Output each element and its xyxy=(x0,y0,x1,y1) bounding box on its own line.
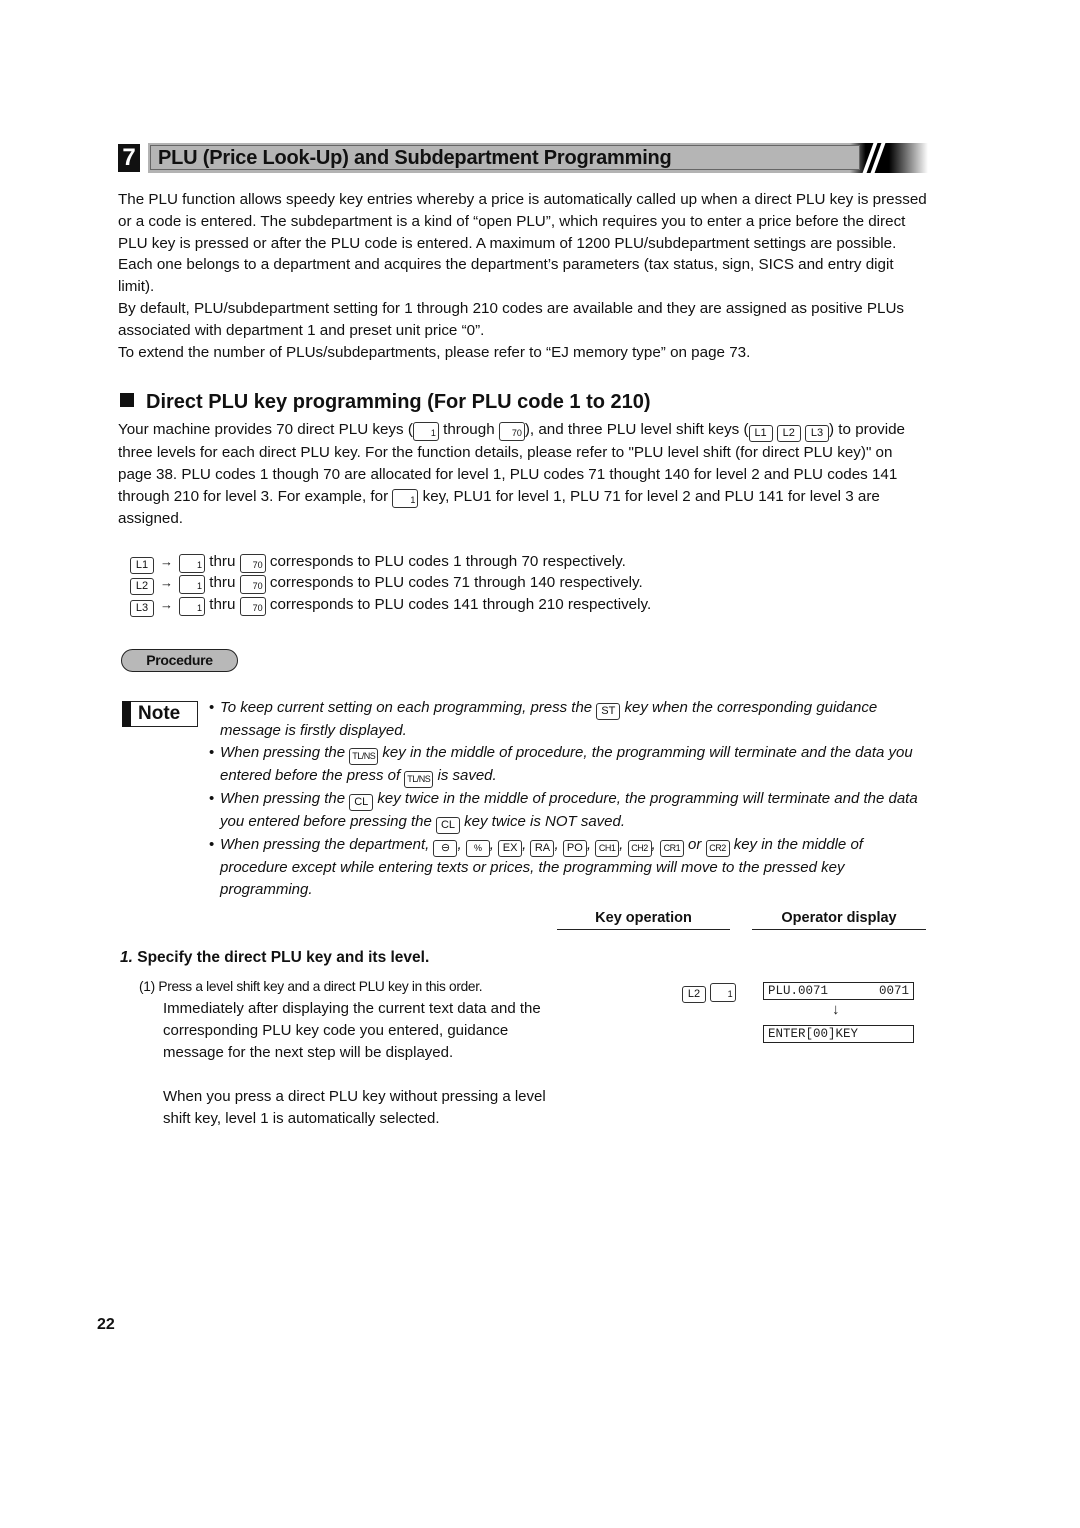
section-title: PLU (Price Look-Up) and Subdepartment Pr… xyxy=(158,147,672,169)
display-text: ENTER[00]KEY xyxy=(768,1027,859,1041)
section-number: 7 xyxy=(118,144,140,172)
note-item: To keep current setting on each programm… xyxy=(209,697,929,742)
separator: , xyxy=(619,835,628,853)
step-body: (1) Press a level shift key and a direct… xyxy=(139,976,559,1130)
minus-key: ⊖ xyxy=(433,839,458,857)
ra-key: RA xyxy=(530,839,555,857)
plu-key-to: 70 xyxy=(239,575,266,594)
cl-key: CL xyxy=(435,816,460,834)
separator: , xyxy=(489,835,499,853)
tl-ns-key: TL/NS xyxy=(349,747,379,765)
level-mapping-row: L3 → 1 thru 70 corresponds to PLU codes 14… xyxy=(130,594,651,617)
step-title-text: Specify the direct PLU key and its level… xyxy=(137,949,430,966)
arrow-right-icon: → xyxy=(160,597,173,612)
operator-display-screen: ENTER[00]KEY xyxy=(763,1025,914,1043)
key-operation-header: Key operation xyxy=(557,908,730,930)
separator: , xyxy=(554,835,563,853)
square-bullet-icon xyxy=(120,393,134,407)
step-number: 1. xyxy=(120,949,133,966)
separator: , xyxy=(651,835,660,853)
plu-key-from: 1 xyxy=(179,575,205,594)
note-badge-bar xyxy=(122,701,131,727)
ch2-key: CH2 xyxy=(627,839,652,857)
arrow-right-icon: → xyxy=(160,554,173,569)
text-run: To keep current setting on each programm… xyxy=(220,699,597,716)
separator: , xyxy=(522,835,531,853)
level-shift-key-l3: L3 xyxy=(805,425,830,442)
operator-display-screen: PLU.0071 0071 xyxy=(763,982,914,1000)
arrow-down-icon: ↓ xyxy=(832,1001,840,1018)
separator: , xyxy=(457,835,466,853)
plu-key-1: 1 xyxy=(709,983,736,1002)
separator: or xyxy=(683,835,706,853)
mapping-text: corresponds to PLU codes 1 through 70 re… xyxy=(269,553,626,570)
text-run: key twice is NOT saved. xyxy=(459,812,626,830)
note-item: When pressing the CL key twice in the mi… xyxy=(209,788,929,834)
level-shift-key: L2 xyxy=(130,578,154,595)
intro-text: The PLU function allows speedy key entri… xyxy=(118,189,930,363)
ex-key: EX xyxy=(498,839,523,857)
cr1-key: CR1 xyxy=(659,839,684,857)
arrow-right-icon: → xyxy=(160,575,173,590)
display-text-left: PLU.0071 xyxy=(768,984,829,998)
level-shift-key-l2: L2 xyxy=(682,986,706,1003)
substep-line: (1) Press a level shift key and a direct… xyxy=(139,976,559,998)
display-text-right: 0071 xyxy=(878,984,909,998)
plu-key-70: 70 xyxy=(498,422,525,441)
plu-key-1: 1 xyxy=(412,422,439,441)
note-label: Note xyxy=(138,703,181,724)
text-run: is saved. xyxy=(433,766,497,784)
intro-paragraph: To extend the number of PLUs/subdepartme… xyxy=(118,343,751,361)
plu-key-1: 1 xyxy=(392,488,419,508)
note-item: When pressing the TL/NS key in the middl… xyxy=(209,742,929,788)
intro-paragraph: By default, PLU/subdepartment setting fo… xyxy=(118,299,905,339)
page-number: 22 xyxy=(97,1316,115,1333)
procedure-badge: Procedure xyxy=(121,649,238,672)
text-run: When pressing the department, xyxy=(220,835,434,853)
direct-plu-heading: Direct PLU key programming (For PLU code… xyxy=(120,389,651,415)
operator-display-header: Operator display xyxy=(752,908,926,930)
substep-number: (1) xyxy=(139,979,155,994)
text-run: When pressing the xyxy=(220,789,350,807)
step-title: 1. Specify the direct PLU key and its le… xyxy=(120,947,429,969)
mapping-text: corresponds to PLU codes 141 through 210… xyxy=(269,596,652,613)
mapping-text: corresponds to PLU codes 71 through 140 … xyxy=(269,574,643,591)
level-mapping-row: L2 → 1 thru 70 corresponds to PLU codes 71… xyxy=(130,572,643,595)
note-list: To keep current setting on each programm… xyxy=(209,697,929,900)
po-key: PO xyxy=(562,839,587,857)
intro-paragraph: The PLU function allows speedy key entri… xyxy=(118,191,927,296)
thru-label: thru xyxy=(209,596,236,613)
direct-plu-description: Your machine provides 70 direct PLU keys… xyxy=(118,419,930,529)
direct-plu-heading-text: Direct PLU key programming (For PLU code… xyxy=(146,391,651,413)
level-shift-key-l1: L1 xyxy=(748,425,773,442)
text-run: ), and three PLU level shift keys ( xyxy=(524,421,749,438)
thru-label: thru xyxy=(209,553,236,570)
plu-key-to: 70 xyxy=(239,554,266,573)
plu-key-from: 1 xyxy=(179,597,205,616)
substep-body: Immediately after displaying the current… xyxy=(163,1000,541,1061)
text-run: Your machine provides 70 direct PLU keys… xyxy=(118,421,413,438)
separator: , xyxy=(586,835,596,853)
ch1-key: CH1 xyxy=(595,839,620,857)
plu-key-from: 1 xyxy=(179,554,205,573)
level-mapping-row: L1 → 1 thru 70 corresponds to PLU codes 1 … xyxy=(130,551,626,574)
text-run: through xyxy=(438,421,499,438)
substep-text: Press a level shift key and a direct PLU… xyxy=(158,979,483,994)
key-sequence: L2 1 xyxy=(682,983,736,1003)
text-run: When pressing the xyxy=(220,743,350,761)
level-shift-key-l2: L2 xyxy=(776,425,801,442)
level-shift-key: L3 xyxy=(130,600,154,617)
st-key: ST xyxy=(596,703,621,720)
substep-note: When you press a direct PLU key without … xyxy=(163,1088,546,1127)
cl-key: CL xyxy=(349,793,374,811)
cr2-key: CR2 xyxy=(705,839,730,857)
note-item: When pressing the department, ⊖, %, EX, … xyxy=(209,834,929,901)
thru-label: thru xyxy=(209,574,236,591)
plu-key-to: 70 xyxy=(239,597,266,616)
tl-ns-key: TL/NS xyxy=(404,770,434,788)
percent-key: % xyxy=(465,839,490,857)
